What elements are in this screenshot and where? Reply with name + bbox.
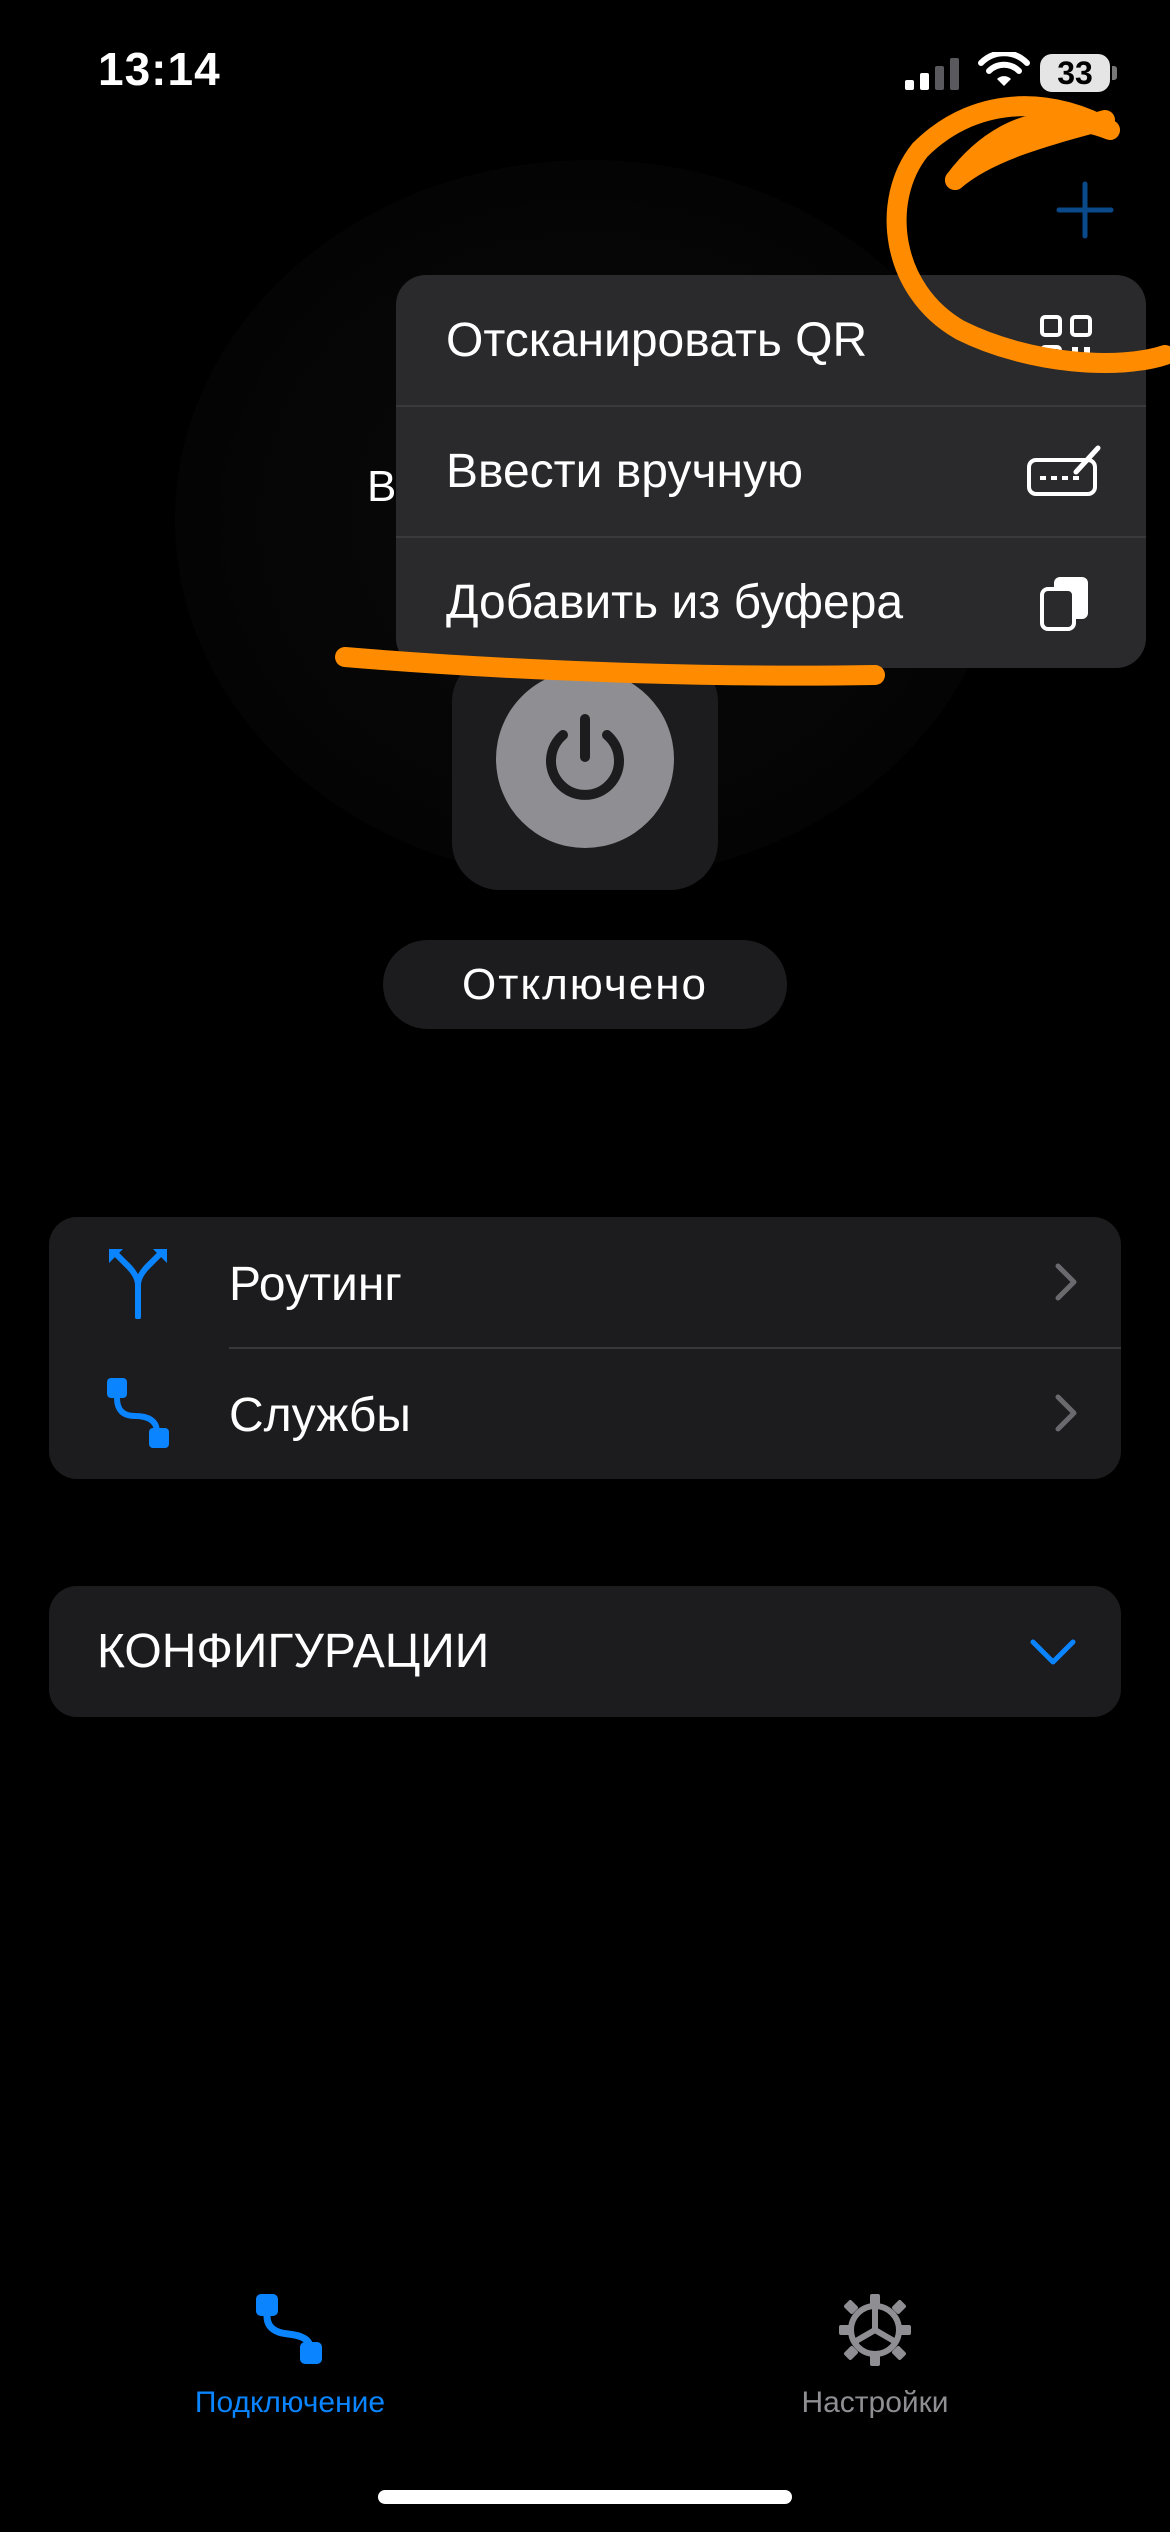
menu-item-label: Добавить из буфера [446,576,904,629]
routing-icon [109,1249,167,1319]
settings-card: Роутинг Службы [49,1217,1121,1479]
services-icon [107,1378,169,1448]
list-item-routing[interactable]: Роутинг [49,1217,1121,1349]
configs-title: КОНФИГУРАЦИИ [97,1625,490,1678]
menu-item-clipboard[interactable]: Добавить из буфера [396,537,1146,668]
list-item-label: Службы [229,1389,411,1442]
battery-nub [1112,66,1117,80]
keyboard-pencil-icon [1027,445,1101,496]
signal-icon [905,58,959,90]
list-item-label: Роутинг [229,1258,402,1311]
battery-level: 33 [1057,54,1093,91]
gear-icon [839,2294,911,2366]
menu-item-label: Ввести вручную [446,445,803,498]
tab-label: Настройки [801,2386,949,2419]
home-indicator [378,2490,792,2504]
status-time: 13:14 [98,43,221,95]
power-icon [546,714,624,800]
battery-icon: 33 [1040,54,1110,92]
menu-item-label: Отсканировать QR [446,314,868,367]
power-circle[interactable] [496,670,674,848]
connection-icon [256,2294,322,2364]
tab-settings[interactable]: Настройки [760,2290,990,2420]
clipboard-icon [1040,576,1088,631]
plus-icon[interactable] [1055,180,1115,240]
list-item-services[interactable]: Службы [49,1348,1121,1479]
chevron-right-icon [1055,1394,1077,1432]
menu-item-scan-qr[interactable]: Отсканировать QR [396,275,1146,406]
chevron-down-icon[interactable] [1029,1630,1077,1674]
chevron-right-icon [1055,1263,1077,1301]
configs-section[interactable]: КОНФИГУРАЦИИ [49,1586,1121,1717]
add-config-menu: Отсканировать QR Ввести вручную Добавить… [396,275,1146,668]
tab-connection[interactable]: Подключение [160,2290,420,2420]
menu-item-manual[interactable]: Ввести вручную [396,406,1146,537]
wifi-icon [978,52,1030,86]
qr-code-icon [1040,314,1092,367]
connection-status: Отключено [383,940,787,1029]
tab-label: Подключение [194,2386,386,2419]
partial-text: В [367,462,397,511]
